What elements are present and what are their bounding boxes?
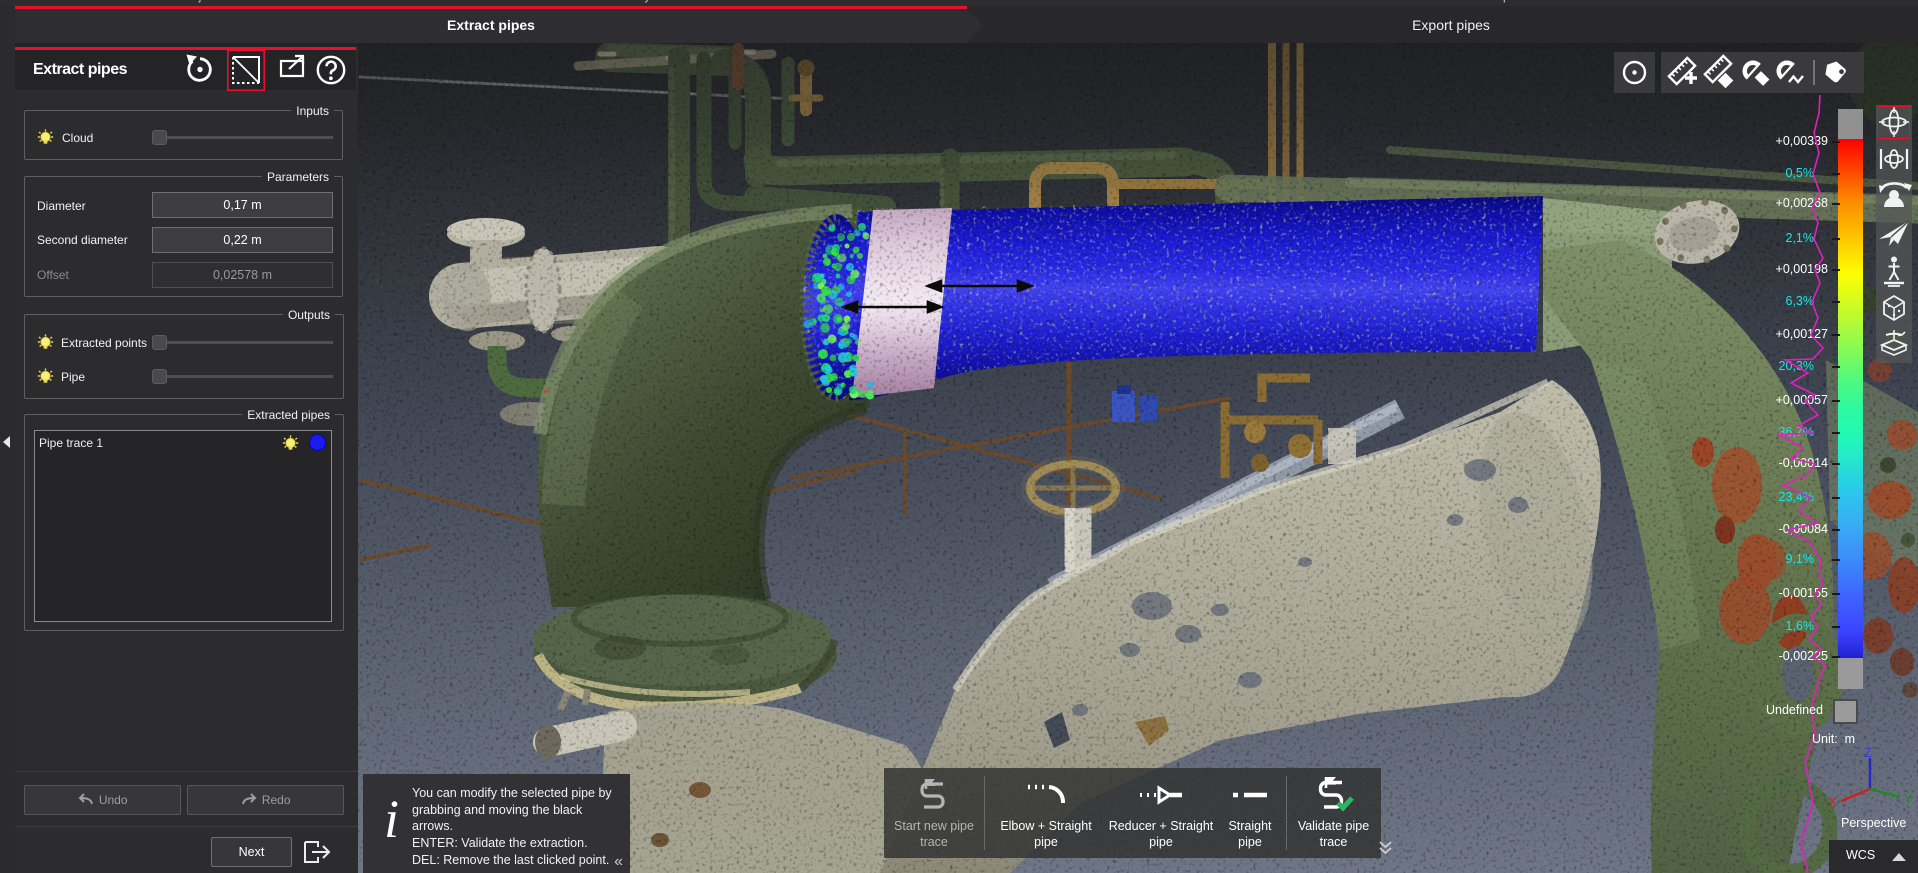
svg-text:Z: Z bbox=[1864, 745, 1872, 760]
svg-text:Y: Y bbox=[1904, 791, 1913, 806]
svg-text:X: X bbox=[1828, 794, 1837, 809]
